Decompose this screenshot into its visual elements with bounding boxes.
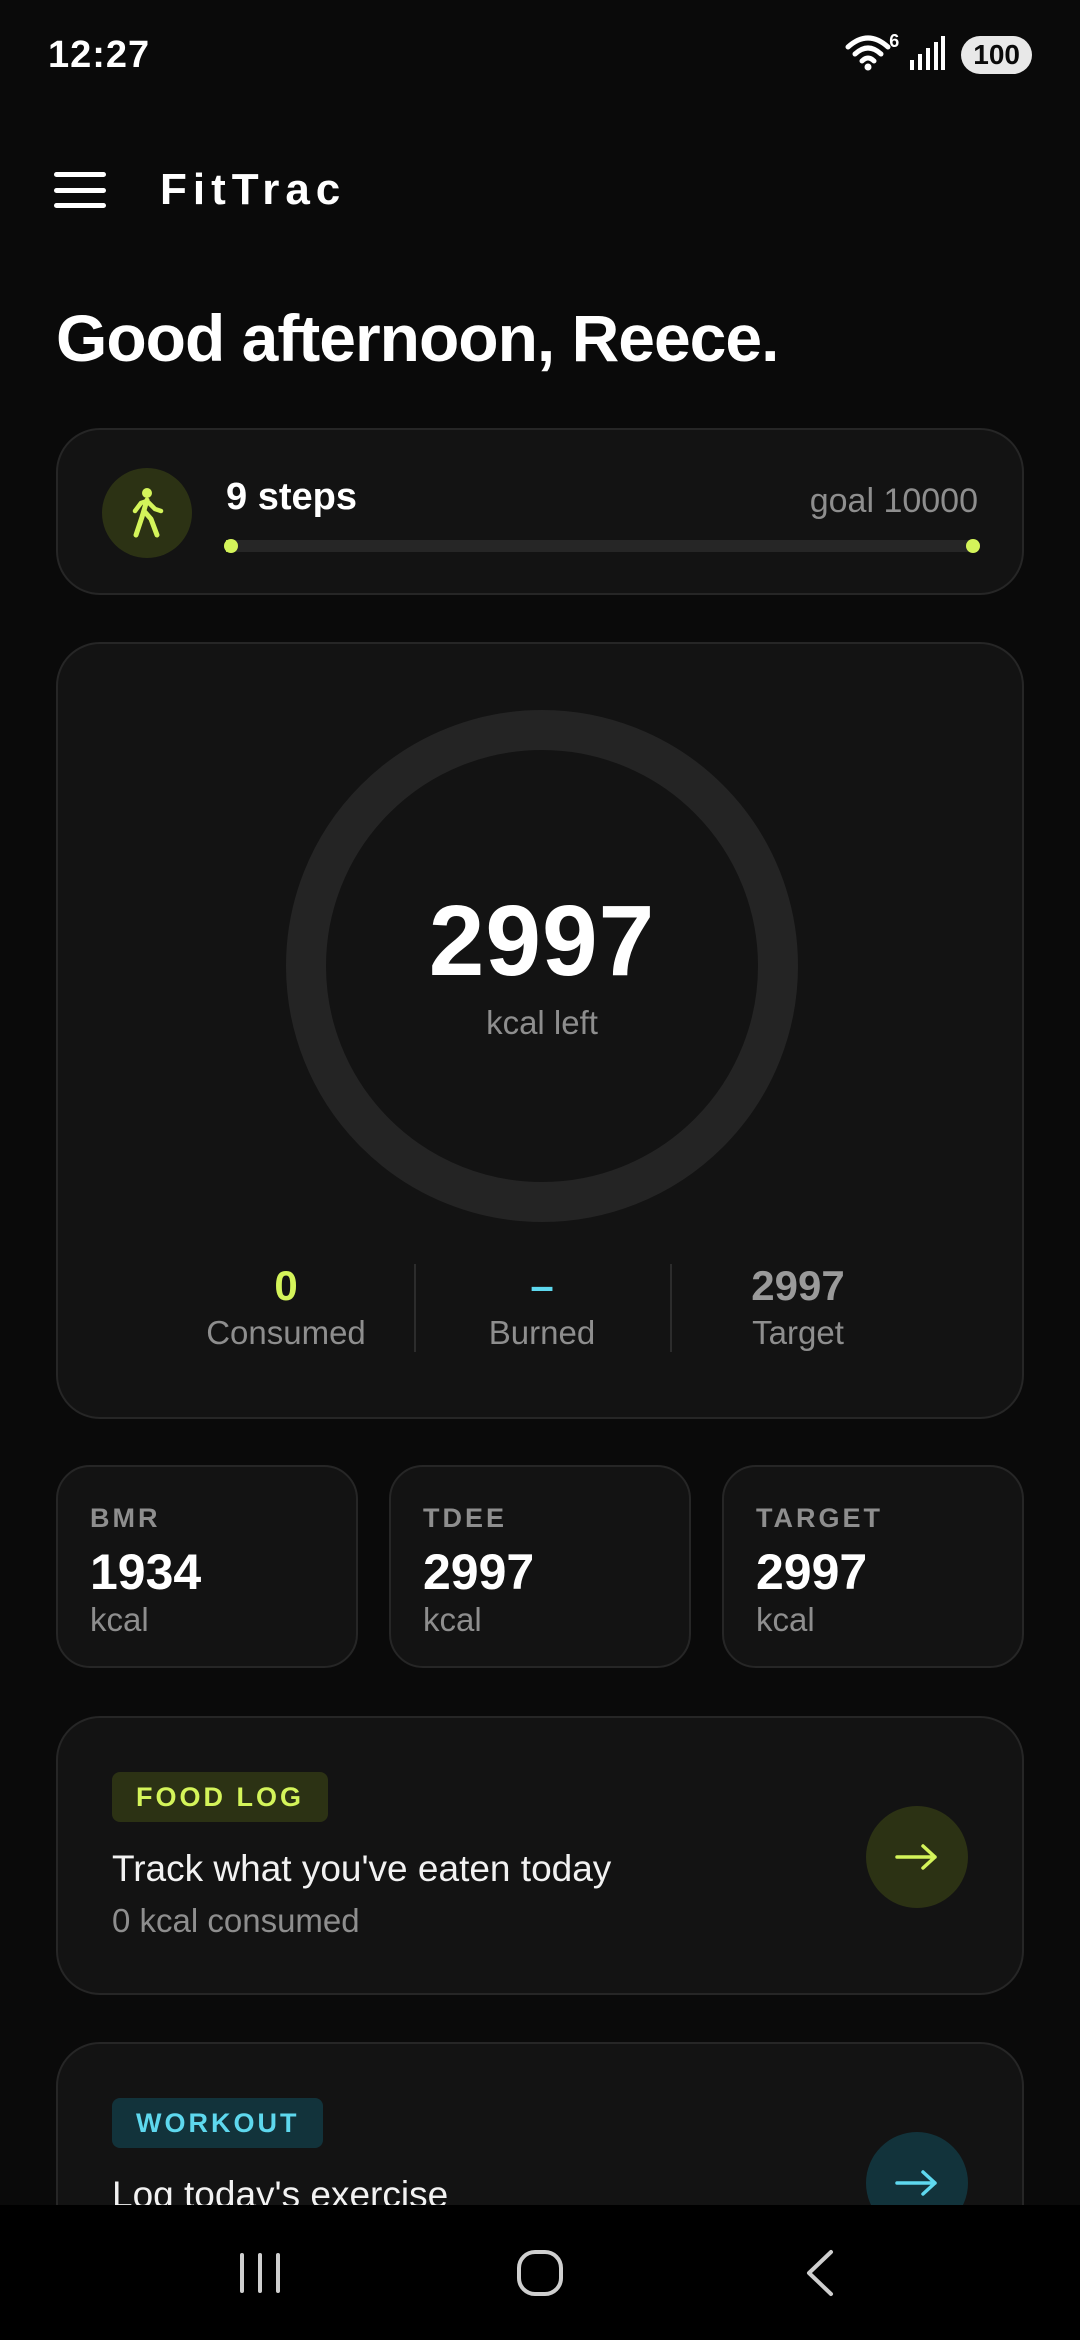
food-log-badge: FOOD LOG <box>112 1772 328 1822</box>
greeting-heading: Good afternoon, Reece. <box>56 301 779 375</box>
metric-value: 1934 <box>90 1544 202 1600</box>
recents-icon <box>240 2252 280 2293</box>
metric-label: BMR <box>90 1503 161 1533</box>
stat-burned-value: – <box>530 1262 554 1309</box>
steps-progress-bar <box>224 539 980 553</box>
stat-consumed-value: 0 <box>274 1262 298 1309</box>
status-icons: 6 100 <box>845 31 1032 75</box>
food-log-title: Track what you've eaten today <box>112 1848 612 1889</box>
home-button[interactable] <box>480 2223 600 2323</box>
back-icon <box>807 2249 833 2296</box>
metric-unit: kcal <box>90 1601 149 1638</box>
arrow-right-icon <box>895 1844 937 1870</box>
food-log-subtitle: 0 kcal consumed <box>112 1902 360 1939</box>
hamburger-icon[interactable] <box>54 172 106 208</box>
steps-count: 9 steps <box>226 476 357 518</box>
metric-value: 2997 <box>423 1544 535 1600</box>
calories-left-value: 2997 <box>428 885 656 997</box>
stat-consumed: 0 Consumed <box>158 1262 414 1358</box>
system-nav-bar <box>0 2205 1080 2340</box>
metric-label: TDEE <box>423 1503 508 1533</box>
metric-value: 2997 <box>756 1544 868 1600</box>
status-bar: 12:27 6 100 <box>0 0 1080 110</box>
workout-badge: WORKOUT <box>112 2098 324 2148</box>
stat-burned-label: Burned <box>488 1314 596 1351</box>
stat-consumed-label: Consumed <box>206 1314 366 1351</box>
stat-target-value: 2997 <box>751 1262 845 1309</box>
arrow-right-icon <box>895 2170 937 2196</box>
stat-target: 2997 Target <box>670 1262 926 1358</box>
metric-unit: kcal <box>423 1601 482 1638</box>
battery-indicator: 100 <box>961 36 1032 74</box>
stat-burned: – Burned <box>414 1262 670 1358</box>
wifi-icon: 6 <box>845 31 899 75</box>
metric-card-bmr: BMR 1934 kcal <box>56 1465 358 1668</box>
metric-unit: kcal <box>756 1601 815 1638</box>
food-log-arrow-button[interactable] <box>866 1806 968 1908</box>
metric-label: TARGET <box>756 1503 883 1533</box>
app-bar: FitTrac <box>0 150 1080 230</box>
status-time: 12:27 <box>48 33 151 76</box>
wifi-badge: 6 <box>889 31 900 51</box>
calorie-stats: 0 Consumed – Burned 2997 Target <box>158 1262 926 1358</box>
app-title: FitTrac <box>160 165 347 214</box>
calories-left-label: kcal left <box>486 1004 598 1041</box>
walking-icon <box>132 488 164 538</box>
signal-icon <box>909 35 946 75</box>
home-icon <box>517 2249 563 2296</box>
stat-target-label: Target <box>752 1314 844 1351</box>
metric-card-tdee: TDEE 2997 kcal <box>389 1465 691 1668</box>
steps-goal: goal 10000 <box>809 482 978 520</box>
food-log-card[interactable]: FOOD LOG Track what you've eaten today 0… <box>56 1716 1024 1995</box>
steps-icon-badge <box>102 468 192 558</box>
steps-progress-start-dot <box>224 539 238 553</box>
steps-card[interactable]: 9 steps goal 10000 <box>56 428 1024 595</box>
steps-progress-end-dot <box>966 539 980 553</box>
back-button[interactable] <box>760 2223 880 2323</box>
recents-button[interactable] <box>200 2223 320 2323</box>
calories-card: 2997 kcal left 0 Consumed – Burned 2997 … <box>56 642 1024 1419</box>
metric-card-target: TARGET 2997 kcal <box>722 1465 1024 1668</box>
